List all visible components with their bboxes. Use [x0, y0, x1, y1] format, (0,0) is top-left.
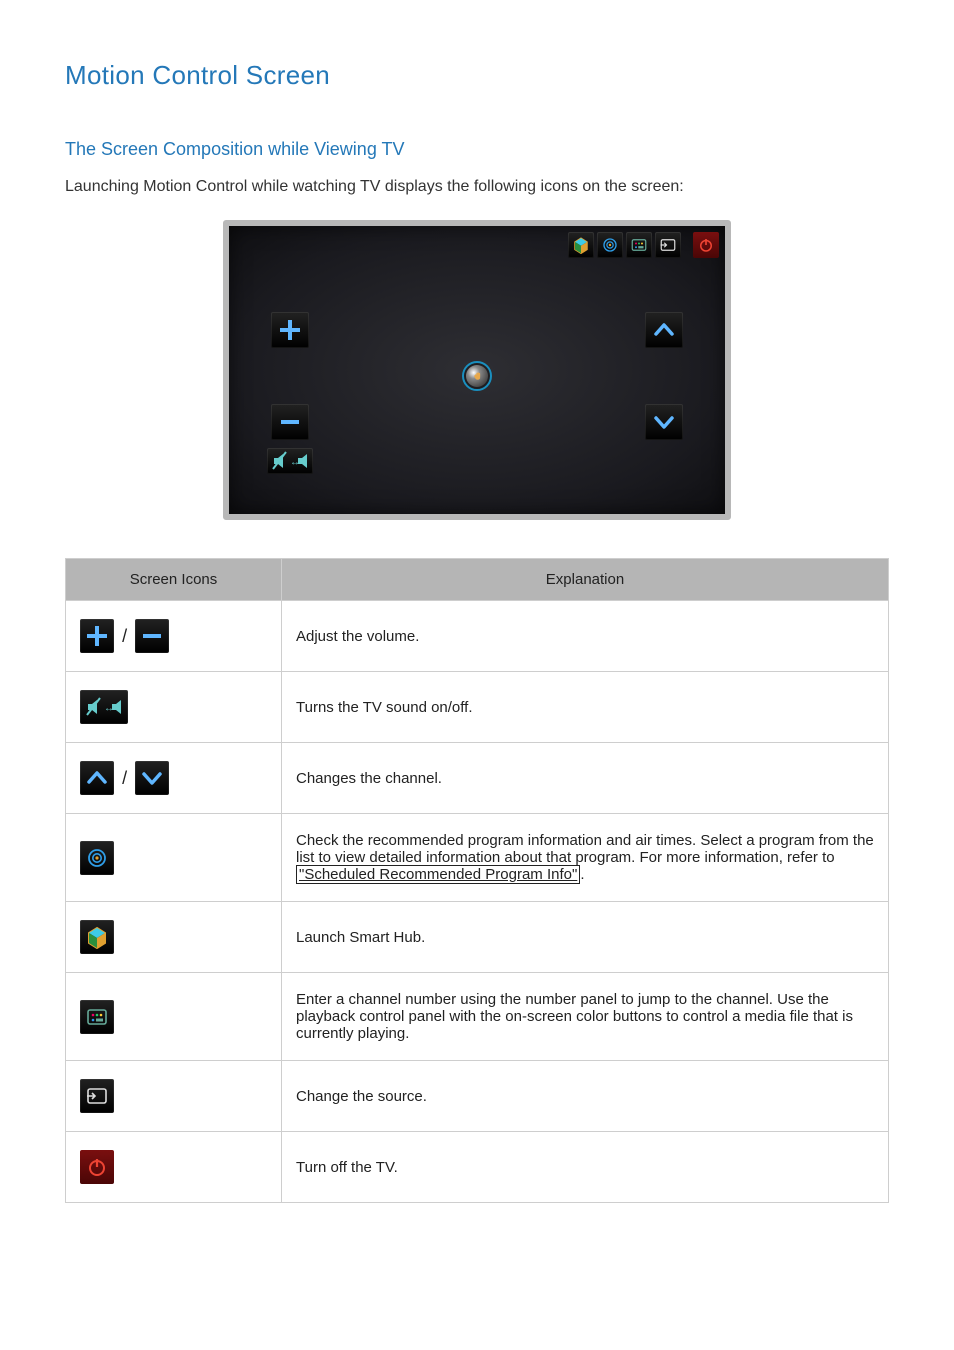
- table-row: Change the source.: [66, 1061, 889, 1132]
- volume-down-icon: [271, 404, 309, 440]
- tv-screen-illustration: [223, 220, 731, 520]
- source-icon: [80, 1079, 114, 1113]
- mute-toggle-icon: [267, 448, 313, 474]
- table-row: Launch Smart Hub.: [66, 902, 889, 973]
- smart-hub-icon: [568, 232, 594, 258]
- row-explanation: Launch Smart Hub.: [282, 902, 889, 973]
- row-explanation: Change the source.: [282, 1061, 889, 1132]
- source-icon: [655, 232, 681, 258]
- motion-pointer-icon: [462, 361, 492, 391]
- row-icons: [66, 1061, 282, 1132]
- separator: /: [122, 768, 127, 789]
- table-row: / Adjust the volume.: [66, 601, 889, 672]
- row-explanation: Adjust the volume.: [282, 601, 889, 672]
- volume-down-icon: [135, 619, 169, 653]
- icons-table: Screen Icons Explanation / Adjust the vo…: [65, 558, 889, 1203]
- number-panel-icon: [626, 232, 652, 258]
- row-explanation: Check the recommended program informatio…: [282, 814, 889, 902]
- col-header-icons: Screen Icons: [66, 559, 282, 601]
- row-explanation: Turns the TV sound on/off.: [282, 672, 889, 743]
- program-info-icon: [80, 841, 114, 875]
- program-info-icon: [597, 232, 623, 258]
- top-icon-bar: [568, 232, 719, 258]
- smart-hub-icon: [80, 920, 114, 954]
- explanation-text-post: .: [580, 866, 584, 883]
- row-icons: [66, 973, 282, 1061]
- tv-frame: [223, 220, 731, 520]
- row-explanation: Changes the channel.: [282, 743, 889, 814]
- section-subtitle: The Screen Composition while Viewing TV: [65, 139, 889, 160]
- row-icons: /: [66, 601, 282, 672]
- row-explanation: Turn off the TV.: [282, 1132, 889, 1203]
- table-row: Turn off the TV.: [66, 1132, 889, 1203]
- volume-up-icon: [271, 312, 309, 348]
- channel-up-icon: [645, 312, 683, 348]
- table-row: Enter a channel number using the number …: [66, 973, 889, 1061]
- explanation-text-pre: Check the recommended program informatio…: [296, 832, 874, 866]
- power-icon: [693, 232, 719, 258]
- channel-up-icon: [80, 761, 114, 795]
- row-icons: [66, 902, 282, 973]
- row-icons: [66, 672, 282, 743]
- row-icons: [66, 814, 282, 902]
- power-icon: [80, 1150, 114, 1184]
- channel-down-icon: [645, 404, 683, 440]
- intro-text: Launching Motion Control while watching …: [65, 178, 889, 196]
- table-row: Turns the TV sound on/off.: [66, 672, 889, 743]
- row-icons: [66, 1132, 282, 1203]
- channel-down-icon: [135, 761, 169, 795]
- number-panel-icon: [80, 1000, 114, 1034]
- row-icons: /: [66, 743, 282, 814]
- mute-toggle-icon: [80, 690, 128, 724]
- separator: /: [122, 626, 127, 647]
- table-row: Check the recommended program informatio…: [66, 814, 889, 902]
- row-explanation: Enter a channel number using the number …: [282, 973, 889, 1061]
- col-header-explanation: Explanation: [282, 559, 889, 601]
- scheduled-program-info-link[interactable]: "Scheduled Recommended Program Info": [296, 865, 580, 884]
- table-row: / Changes the channel.: [66, 743, 889, 814]
- volume-up-icon: [80, 619, 114, 653]
- page-title: Motion Control Screen: [65, 60, 889, 91]
